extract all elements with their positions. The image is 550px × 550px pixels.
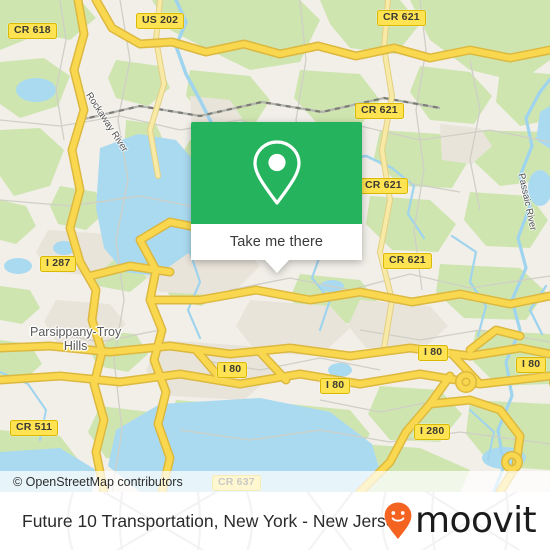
road-shield[interactable]: CR 511 <box>10 420 59 436</box>
road-shield[interactable]: I 280 <box>414 424 451 440</box>
map-pin-icon <box>252 140 301 205</box>
road-shield[interactable]: I 80 <box>217 362 248 378</box>
take-me-there-label: Take me there <box>229 234 324 250</box>
road-shield[interactable]: I 80 <box>516 357 547 373</box>
popup-pointer <box>264 260 289 273</box>
road-shield[interactable]: US 202 <box>136 13 185 29</box>
popup-header <box>191 122 362 224</box>
road-shield[interactable]: CR 621 <box>359 178 408 194</box>
moovit-logo[interactable]: moovit <box>383 500 537 541</box>
attribution-text: © OpenStreetMap contributors <box>13 474 183 489</box>
road-shield[interactable]: CR 621 <box>383 253 432 269</box>
road-shield[interactable]: I 287 <box>40 256 77 272</box>
moovit-map-screenshot: Rockaway River Passaic River Parsippany-… <box>0 0 550 550</box>
road-shield[interactable]: I 80 <box>320 378 351 394</box>
road-shield[interactable]: CR 618 <box>8 23 57 39</box>
place-label-parsippany: Parsippany-Troy Hills <box>30 325 122 353</box>
road-shield[interactable]: CR 621 <box>377 10 426 26</box>
map-attribution[interactable]: © OpenStreetMap contributors <box>0 471 550 492</box>
moovit-wordmark: moovit <box>415 500 537 541</box>
take-me-there-button[interactable]: Take me there <box>191 224 362 273</box>
road-shield[interactable]: I 80 <box>418 345 449 361</box>
moovit-smiling-pin-icon <box>384 502 412 539</box>
page-title: Future 10 Transportation, New York - New… <box>22 510 405 531</box>
page-footer: Future 10 Transportation, New York - New… <box>0 492 550 550</box>
map-popup-card[interactable]: Take me there <box>191 122 362 273</box>
road-shield[interactable]: CR 621 <box>355 103 404 119</box>
